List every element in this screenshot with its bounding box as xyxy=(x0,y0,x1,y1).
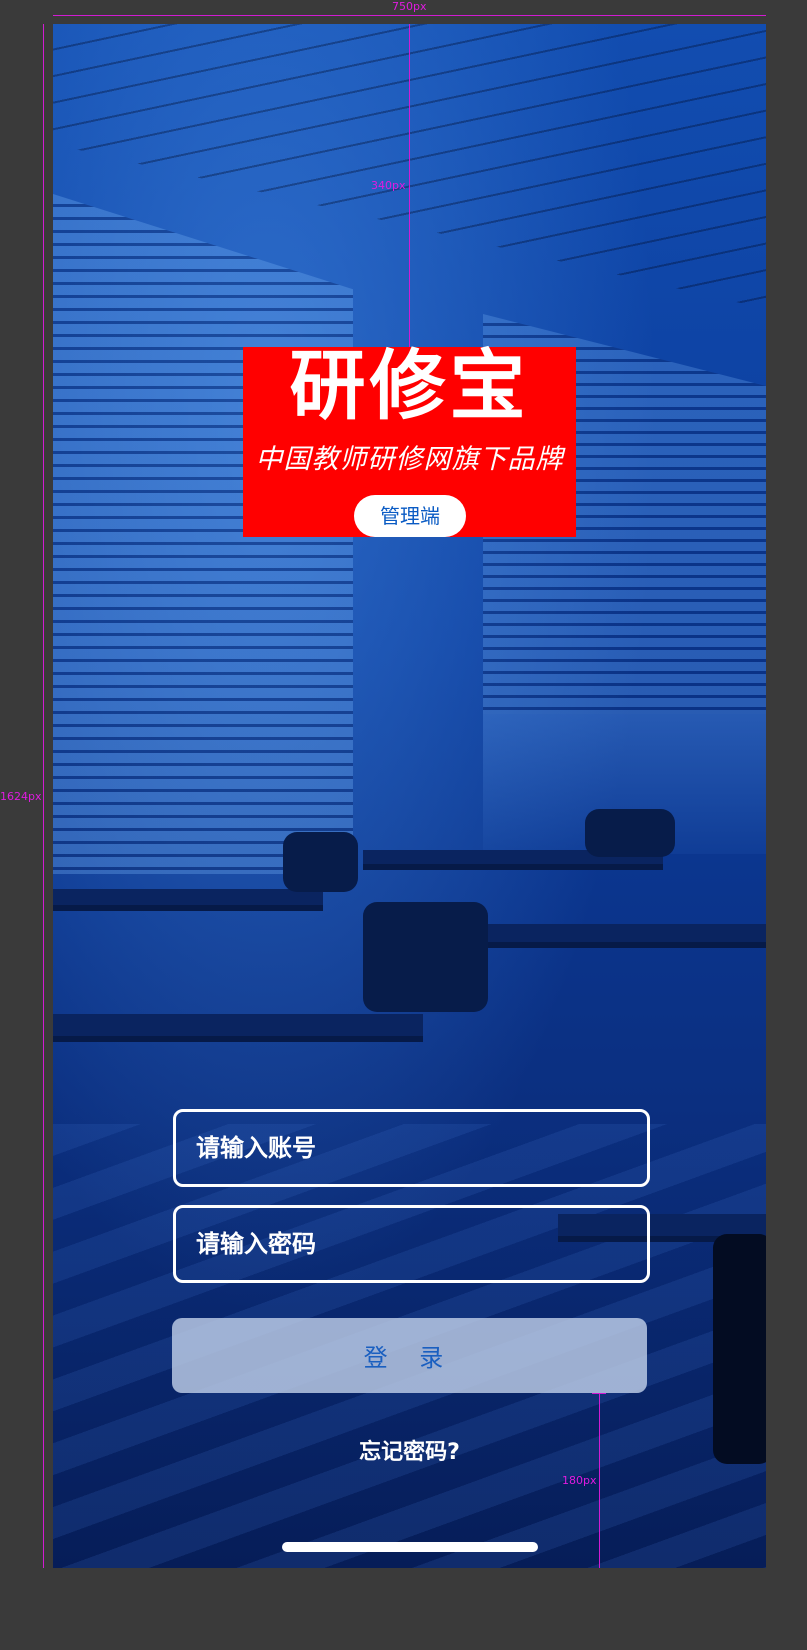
brand-logo-block: 研修宝 中国教师研修网旗下品牌 管理端 xyxy=(243,341,576,537)
brand-slogan: 中国教师研修网旗下品牌 xyxy=(255,444,564,475)
chair-edge-right xyxy=(713,1234,766,1464)
top-offset-label: 340px xyxy=(371,179,406,192)
account-input[interactable] xyxy=(173,1109,650,1187)
height-dimension-line xyxy=(43,24,44,1568)
width-dimension-line xyxy=(53,15,766,16)
desk-left xyxy=(53,889,323,905)
login-button[interactable]: 登 录 xyxy=(172,1318,647,1393)
chair-back xyxy=(283,832,358,892)
desk-middle-right xyxy=(483,924,766,942)
bottom-offset-line xyxy=(599,1393,600,1568)
chair-front xyxy=(363,902,488,1012)
height-dimension-label: 1624px xyxy=(0,790,42,803)
password-input[interactable] xyxy=(173,1205,650,1283)
bottom-offset-tick xyxy=(592,1393,606,1394)
chair-back-right xyxy=(585,809,675,857)
desk-front-left xyxy=(53,1014,423,1036)
forgot-password-link[interactable]: 忘记密码? xyxy=(53,1434,766,1466)
brand-title: 研修宝 xyxy=(289,341,530,430)
home-indicator[interactable] xyxy=(282,1542,538,1552)
bottom-offset-label: 180px xyxy=(562,1474,597,1487)
top-offset-line xyxy=(409,24,410,347)
width-dimension-label: 750px xyxy=(392,0,427,13)
phone-screen: 340px 研修宝 中国教师研修网旗下品牌 管理端 登 录 180px 忘记密码… xyxy=(53,24,766,1568)
admin-role-badge[interactable]: 管理端 xyxy=(354,495,466,537)
